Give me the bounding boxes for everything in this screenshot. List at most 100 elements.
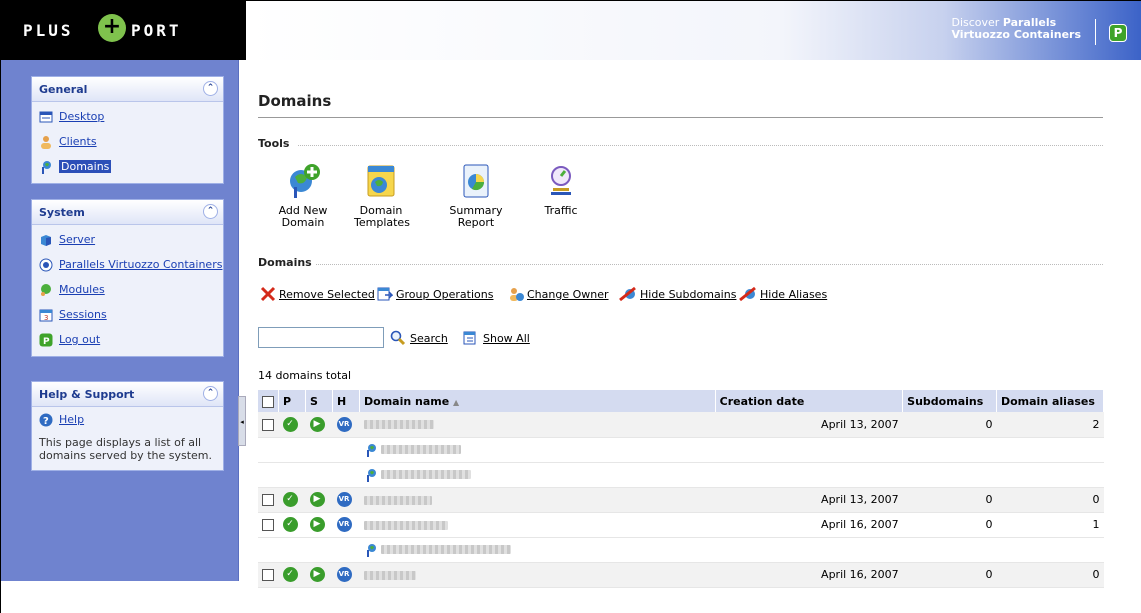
row-checkbox[interactable] [262, 494, 274, 506]
hide-subdomains-button[interactable]: Hide Subdomains [619, 286, 736, 302]
col-aliases-header[interactable]: Domain aliases [996, 390, 1105, 412]
sidebar-item-modules[interactable]: Modules [32, 277, 223, 302]
domain-name-link[interactable] [363, 570, 416, 580]
remove-selected-label[interactable]: Remove Selected [279, 288, 375, 301]
show-all-button[interactable]: Show All [463, 330, 530, 346]
sidebar-label-clients[interactable]: Clients [59, 135, 97, 148]
table-row[interactable]: ✓ ▶ VR April 13, 2007 0 0 [258, 487, 1104, 513]
hosting-type-icon: VR [336, 492, 352, 507]
table-row[interactable]: ✓ ▶ VR April 13, 2007 0 2 [258, 412, 1104, 438]
row-checkbox[interactable] [262, 418, 274, 431]
tools-section-label: Tools [258, 137, 290, 150]
sidebar-label-sessions[interactable]: Sessions [59, 308, 107, 321]
change-owner-button[interactable]: Change Owner [508, 286, 609, 302]
alias-link[interactable] [380, 545, 511, 554]
sidebar-collapse-handle[interactable]: ◂ [238, 396, 246, 446]
aliases-cell: 1 [996, 512, 1104, 538]
parallels-icon[interactable]: P [1109, 24, 1127, 42]
subdomain-link[interactable] [380, 445, 461, 454]
general-panel-header: General ⌃ [32, 77, 223, 102]
select-all-checkbox[interactable] [262, 395, 274, 408]
hide-aliases-label[interactable]: Hide Aliases [760, 288, 827, 301]
sidebar-item-sessions[interactable]: 3 Sessions [32, 302, 223, 327]
promo-line2: Virtuozzo Containers [951, 28, 1081, 41]
logo-text-left: PLUS [23, 21, 74, 40]
collapse-general-icon[interactable]: ⌃ [203, 81, 218, 96]
sidebar-item-desktop[interactable]: Desktop [32, 104, 223, 129]
system-panel-header: System ⌃ [32, 200, 223, 225]
service-status-icon: ▶ [309, 492, 325, 507]
add-new-domain-label: Add New Domain [278, 204, 328, 229]
table-row[interactable]: ✓ ▶ VR April 16, 2007 0 0 [258, 562, 1104, 588]
title-divider [258, 117, 1103, 118]
domains-divider [316, 264, 1103, 265]
hide-subdomains-label[interactable]: Hide Subdomains [640, 288, 736, 301]
sidebar-label-desktop[interactable]: Desktop [59, 110, 104, 123]
system-panel: System ⌃ Server Parallels Virtuozzo Cont… [31, 199, 224, 357]
sidebar-label-modules[interactable]: Modules [59, 283, 105, 296]
row-checkbox[interactable] [262, 569, 274, 581]
plusport-logo[interactable]: PLUS + PORT [1, 1, 246, 60]
domains-total: 14 domains total [258, 369, 352, 382]
domain-templates-tool[interactable]: Domain Templates [354, 163, 410, 229]
modules-icon [41, 283, 51, 296]
col-creation-date-header[interactable]: Creation date [715, 390, 904, 412]
col-s-header[interactable]: S [305, 390, 333, 412]
table-row[interactable]: ✓ ▶ VR April 16, 2007 0 1 [258, 512, 1104, 538]
hide-aliases-button[interactable]: Hide Aliases [739, 286, 827, 302]
show-all-label[interactable]: Show All [483, 332, 530, 345]
group-operations-button[interactable]: Group Operations [377, 286, 493, 302]
promo-link[interactable]: Discover Parallels Virtuozzo Containers [951, 17, 1081, 41]
domain-name-link[interactable] [363, 420, 434, 430]
search-button[interactable]: Search [390, 330, 448, 346]
summary-report-tool[interactable]: Summary Report [431, 163, 521, 229]
sidebar-label-logout[interactable]: Log out [59, 333, 100, 346]
collapse-system-icon[interactable]: ⌃ [203, 204, 218, 219]
service-status-icon: ▶ [309, 517, 325, 532]
traffic-tool[interactable]: Traffic [536, 163, 586, 217]
sidebar-item-help[interactable]: ? Help [32, 407, 223, 432]
remove-icon [260, 286, 276, 302]
sidebar-label-help[interactable]: Help [59, 413, 84, 426]
help-description: This page displays a list of all domains… [39, 436, 213, 462]
domain-templates-icon [367, 165, 395, 197]
collapse-help-icon[interactable]: ⌃ [203, 386, 218, 401]
domains-section-label: Domains [258, 256, 312, 269]
subdomain-link[interactable] [380, 470, 471, 479]
tools-divider [298, 145, 1103, 146]
remove-selected-button[interactable]: Remove Selected [260, 286, 375, 302]
sidebar-item-logout[interactable]: P Log out [32, 327, 223, 352]
sidebar-item-server[interactable]: Server [32, 227, 223, 252]
search-label[interactable]: Search [410, 332, 448, 345]
hide-subdomains-icon [619, 286, 636, 302]
col-h-header[interactable]: H [332, 390, 360, 412]
sidebar-label-virtuozzo[interactable]: Parallels Virtuozzo Containers [59, 258, 222, 271]
sessions-icon: 3 [39, 309, 53, 322]
help-panel-header: Help & Support ⌃ [32, 382, 223, 407]
svg-text:?: ? [43, 416, 49, 427]
col-domain-name-header[interactable]: Domain name ▲ [359, 390, 716, 412]
select-all-cell [258, 390, 279, 412]
sidebar-item-clients[interactable]: Clients [32, 129, 223, 154]
search-input[interactable] [258, 327, 384, 348]
general-panel: General ⌃ Desktop Clients Domains [31, 76, 224, 184]
sidebar-label-domains[interactable]: Domains [59, 160, 112, 173]
table-row [258, 437, 1104, 463]
add-new-domain-tool[interactable]: Add New Domain [258, 163, 348, 229]
logout-icon: P [39, 333, 53, 347]
domain-name-link[interactable] [363, 520, 448, 530]
search-icon [390, 330, 406, 346]
subdomains-cell: 0 [902, 487, 997, 513]
row-checkbox[interactable] [262, 519, 274, 531]
change-owner-label[interactable]: Change Owner [527, 288, 609, 301]
sidebar-item-virtuozzo[interactable]: Parallels Virtuozzo Containers [32, 252, 223, 277]
help-panel: Help & Support ⌃ ? Help This page displa… [31, 381, 224, 471]
sidebar-label-server[interactable]: Server [59, 233, 95, 246]
col-subdomains-header[interactable]: Subdomains [902, 390, 997, 412]
group-operations-label[interactable]: Group Operations [396, 288, 493, 301]
group-operations-icon [377, 287, 393, 301]
col-p-header[interactable]: P [278, 390, 306, 412]
domain-name-link[interactable] [363, 495, 432, 505]
traffic-icon [551, 166, 571, 195]
sidebar-item-domains[interactable]: Domains [32, 154, 223, 179]
